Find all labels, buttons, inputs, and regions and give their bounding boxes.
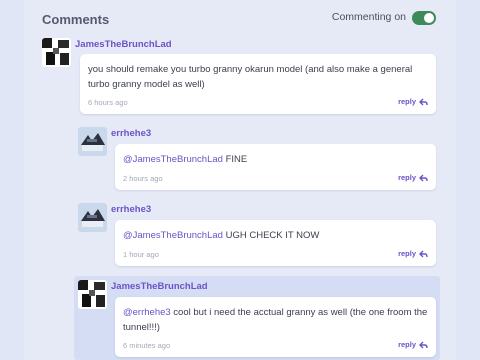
comment-author[interactable]: JamesTheBrunchLad xyxy=(75,39,172,50)
reply-button[interactable]: reply xyxy=(398,173,428,182)
comment-text: you should remake you turbo granny okaru… xyxy=(88,62,428,92)
avatar[interactable] xyxy=(78,280,107,309)
commenting-toggle[interactable] xyxy=(412,11,436,25)
reply-label: reply xyxy=(398,340,416,349)
comments-title: Comments xyxy=(42,12,110,27)
reply-label: reply xyxy=(398,249,416,258)
comment-body: UGH CHECK IT NOW xyxy=(222,230,320,241)
reply-arrow-icon xyxy=(419,98,428,105)
comment-author[interactable]: errhehe3 xyxy=(111,128,151,139)
comments-header: Comments Commenting on xyxy=(42,10,438,30)
comment-body: FINE xyxy=(222,154,248,165)
comment-text: @JamesTheBrunchLad FINE xyxy=(123,152,247,167)
comment-timestamp: 6 hours ago xyxy=(88,98,128,107)
comment-text: @JamesTheBrunchLad UGH CHECK IT NOW xyxy=(123,228,319,243)
comment-text: @errhehe3 cool but i need the acctual gr… xyxy=(123,305,428,335)
comment-highlighted: JamesTheBrunchLad @errhehe3 cool but i n… xyxy=(78,280,438,360)
avatar[interactable] xyxy=(42,38,71,67)
reply-label: reply xyxy=(398,173,416,182)
reply-button[interactable]: reply xyxy=(398,340,428,349)
comment-body: you should remake you turbo granny okaru… xyxy=(88,64,413,90)
user-mention[interactable]: @JamesTheBrunchLad xyxy=(123,230,223,241)
comment-timestamp: 1 hour ago xyxy=(123,250,159,259)
comment: errhehe3 @JamesTheBrunchLad UGH CHECK IT… xyxy=(78,203,438,269)
comment-timestamp: 6 minutes ago xyxy=(123,341,171,350)
comment: JamesTheBrunchLad you should remake you … xyxy=(42,38,438,118)
reply-arrow-icon xyxy=(419,250,428,257)
commenting-toggle-label: Commenting on xyxy=(331,11,406,23)
reply-arrow-icon xyxy=(419,174,428,181)
reply-arrow-icon xyxy=(419,341,428,348)
comment: errhehe3 @JamesTheBrunchLad FINE 2 hours… xyxy=(78,127,438,193)
avatar[interactable] xyxy=(78,127,107,156)
avatar[interactable] xyxy=(78,203,107,232)
comment-bubble: @JamesTheBrunchLad FINE 2 hours ago repl… xyxy=(115,144,436,190)
user-mention[interactable]: @errhehe3 xyxy=(123,307,171,318)
comment-bubble: @errhehe3 cool but i need the acctual gr… xyxy=(115,297,436,357)
reply-label: reply xyxy=(398,97,416,106)
comment-timestamp: 2 hours ago xyxy=(123,174,163,183)
comment-author[interactable]: errhehe3 xyxy=(111,204,151,215)
comment-author[interactable]: JamesTheBrunchLad xyxy=(111,281,208,292)
comment-bubble: you should remake you turbo granny okaru… xyxy=(80,54,436,114)
user-mention[interactable]: @JamesTheBrunchLad xyxy=(123,154,223,165)
reply-button[interactable]: reply xyxy=(398,97,428,106)
reply-button[interactable]: reply xyxy=(398,249,428,258)
comment-bubble: @JamesTheBrunchLad UGH CHECK IT NOW 1 ho… xyxy=(115,220,436,266)
